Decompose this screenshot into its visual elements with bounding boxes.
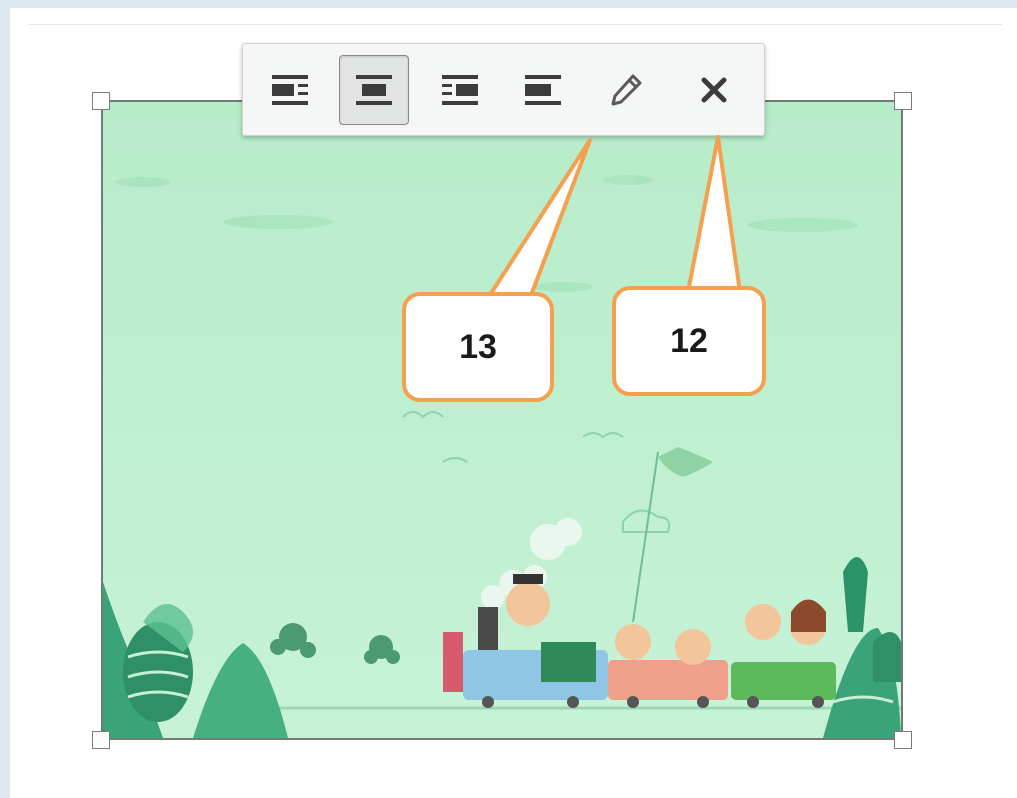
callout-12: 12 — [612, 286, 766, 396]
callout-12-label: 12 — [670, 321, 708, 360]
callout-13-label: 13 — [459, 327, 497, 366]
callout-13: 13 — [402, 292, 554, 402]
